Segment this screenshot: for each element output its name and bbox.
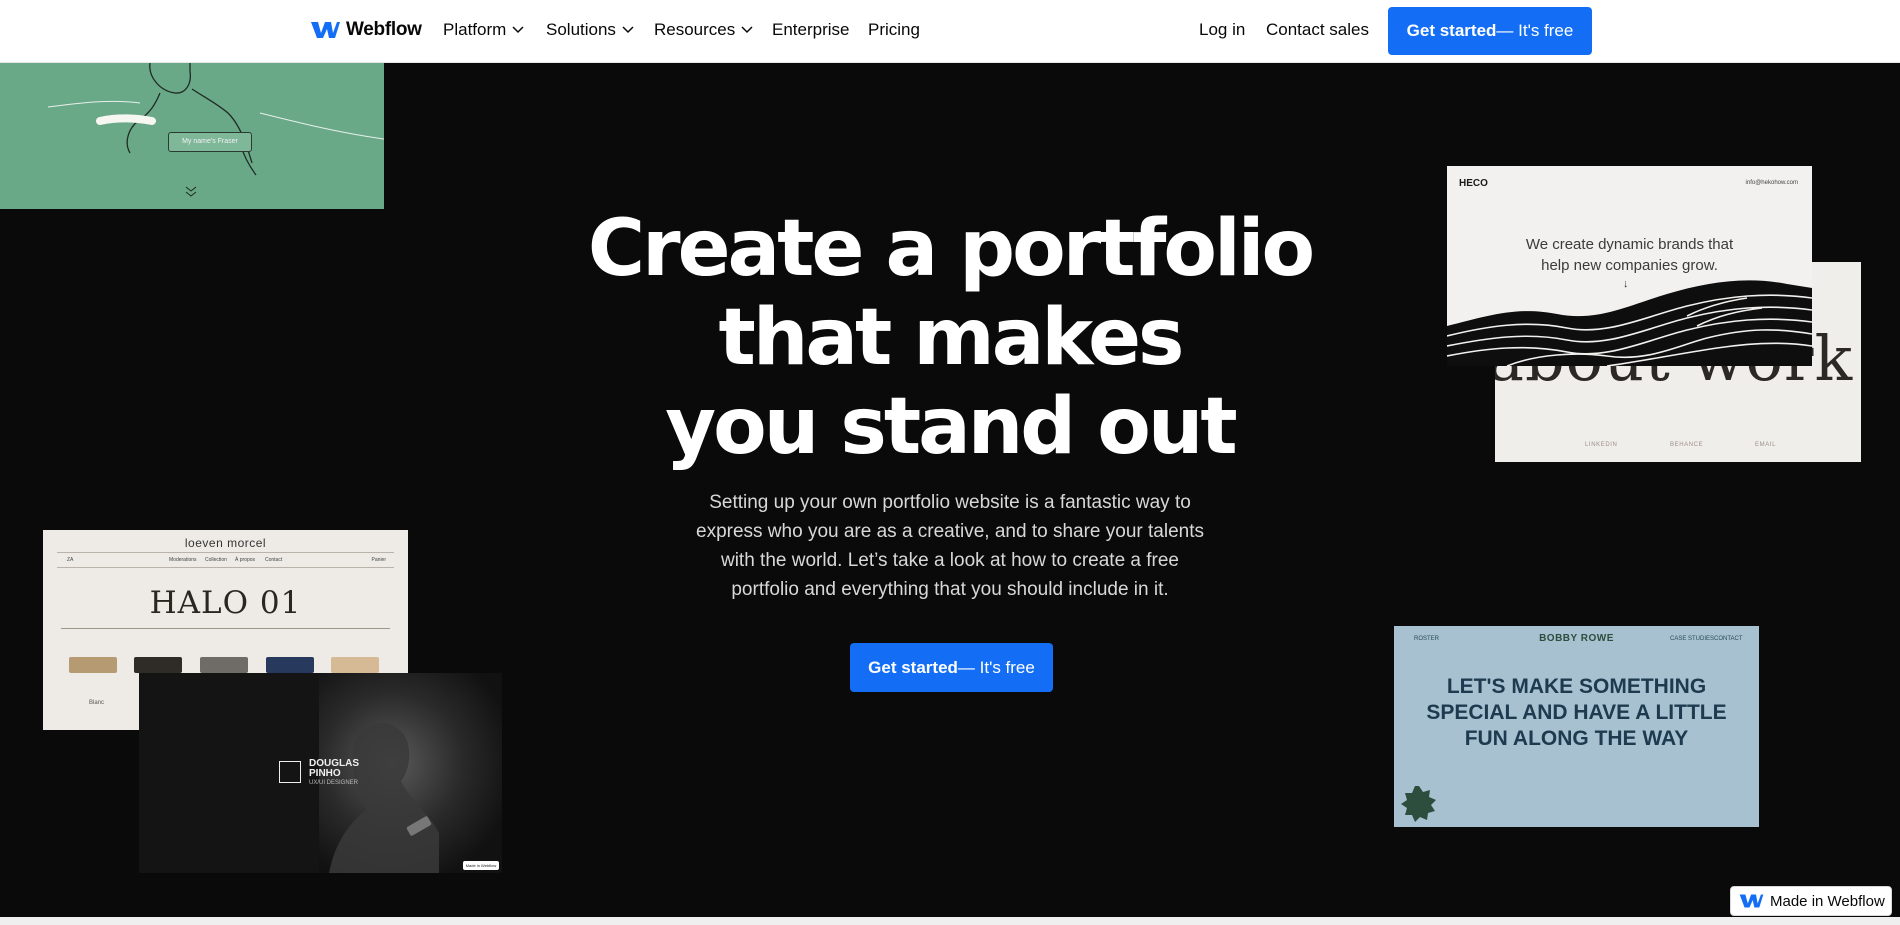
title-line: that makes [718,293,1185,383]
halo-brand: loeven morcel [184,536,267,550]
nav-enterprise[interactable]: Enterprise [772,20,849,40]
logo-text: Webflow [346,19,422,40]
product-box [331,657,379,673]
about-footer-link: BEHANCE [1670,442,1704,448]
title-line: you stand out [665,382,1237,472]
cta-rest-text: — It's free [1496,21,1574,40]
hero-subtitle: Setting up your own portfolio website is… [696,492,1204,600]
chevron-down-icon [622,26,634,34]
webflow-logo[interactable]: Webflow [311,19,422,41]
page-title: Create a portfolio that makes you stand … [560,205,1340,472]
bobby-nav-item: CASE STUDIES [1670,636,1715,642]
cta-rest-text: — It's free [957,657,1035,677]
product-box [134,657,182,673]
bobby-nav-item: CONTACT [1714,636,1743,642]
portfolio-card-fraser: My name's Fraser [0,63,384,209]
nav-enterprise-label: Enterprise [772,20,850,39]
portfolio-card-bobby: ROSTER BOBBY ROWE CASE STUDIES CONTACT L… [1394,626,1759,827]
chevron-down-icon [741,26,753,34]
webflow-logo-icon [311,22,340,38]
page-bottom-edge [0,917,1900,925]
halo-menu-item: Moderations [169,557,197,563]
portfolio-card-heco: HECO info@hekohow.com We create dynamic … [1447,166,1812,366]
get-started-hero-button[interactable]: Get started — It's free [850,643,1053,692]
webflow-logo-icon [1739,894,1764,908]
chevron-down-icon [512,26,524,34]
cta-bold-text: Get started [1406,21,1497,40]
about-footer-link: LINKEDIN [1585,442,1618,448]
douglas-name-line: PINHO [309,768,341,779]
product-box [200,657,248,673]
green-card-label: My name's Fraser [168,132,252,152]
nav-resources-label: Resources [654,20,736,39]
douglas-role: UX/UI DESIGNER [309,780,359,786]
halo-menu-left: ZA [67,557,74,563]
douglas-name: DOUGLAS PINHO [309,759,359,779]
top-nav: Webflow Platform Solutions Resources Ent… [0,0,1900,63]
nav-platform-label: Platform [443,20,507,39]
halo-menu-item: Collection [205,557,227,563]
title-line: Create a portfolio [587,204,1315,294]
douglas-made-in-webflow: Made in Webflow [463,861,499,870]
wave-pattern-graphic [1447,280,1812,366]
nav-resources[interactable]: Resources [654,20,753,40]
get-started-nav-button[interactable]: Get started — It's free [1388,7,1592,55]
nav-pricing[interactable]: Pricing [868,20,920,40]
cta-bold-text: Get started [868,657,958,677]
halo-title: HALO 01 [149,585,302,621]
portfolio-card-douglas: DOUGLAS PINHO UX/UI DESIGNER Made in Web… [139,673,502,873]
about-footer-link: EMAIL [1755,442,1777,448]
halo-menu-item: À propos [235,557,256,563]
product-box [69,657,117,673]
bobby-headline: LET'S MAKE SOMETHING SPECIAL AND HAVE A … [1426,675,1727,750]
contact-sales-link[interactable]: Contact sales [1266,20,1369,40]
login-link[interactable]: Log in [1199,20,1245,40]
divider [61,628,390,629]
seal-badge-icon [1401,786,1436,822]
nav-pricing-label: Pricing [868,20,920,39]
halo-menu-item: Contact [265,557,283,563]
douglas-logo-icon [279,761,301,783]
made-in-webflow-badge[interactable]: Made in Webflow [1730,886,1892,916]
halo-menu-right: Panier [371,557,386,563]
badge-label: Made in Webflow [1770,892,1885,910]
login-label: Log in [1199,20,1246,39]
product-box [266,657,314,673]
halo-caption: Blanc [89,700,105,706]
nav-platform[interactable]: Platform [443,20,524,40]
nav-solutions[interactable]: Solutions [546,20,634,40]
nav-solutions-label: Solutions [546,20,616,39]
halo-menu: ZA Moderations Collection À propos Conta… [57,552,394,568]
contact-sales-label: Contact sales [1266,20,1369,39]
